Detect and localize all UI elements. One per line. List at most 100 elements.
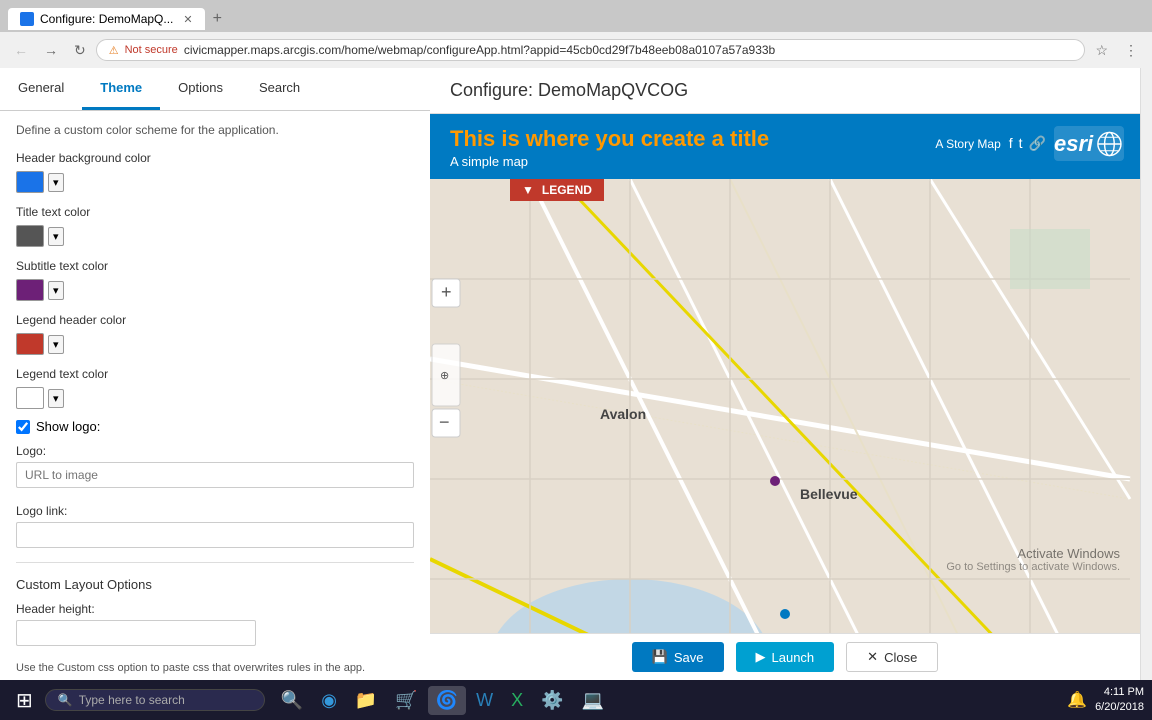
tab-general[interactable]: General bbox=[0, 68, 82, 110]
map-preview-area: Configure: DemoMapQVCOG This is where yo… bbox=[430, 68, 1140, 680]
search-icon: 🔍 bbox=[58, 693, 73, 707]
subtitle-text-color-dropdown[interactable]: ▾ bbox=[48, 281, 64, 300]
map-preview-container: Avalon Bellevue Davis Island Ohio River … bbox=[430, 179, 1140, 633]
story-map-label: A Story Map bbox=[935, 137, 1000, 151]
taskbar-time: 4:11 PM 6/20/2018 bbox=[1095, 685, 1144, 716]
save-label: Save bbox=[674, 650, 704, 665]
security-icon: ⚠ bbox=[109, 44, 119, 57]
tab-title: Configure: DemoMapQ... bbox=[40, 12, 173, 26]
legend-bar[interactable]: ▼ LEGEND bbox=[510, 179, 604, 201]
svg-text:Bellevue: Bellevue bbox=[800, 486, 858, 502]
title-text-color-label: Title text color bbox=[16, 205, 414, 219]
logo-link-label: Logo link: bbox=[16, 504, 414, 518]
taskbar-app-search[interactable]: 🔍 bbox=[273, 686, 311, 715]
tab-options[interactable]: Options bbox=[160, 68, 241, 110]
esri-globe-icon bbox=[1095, 129, 1124, 159]
save-icon: 💾 bbox=[652, 649, 668, 665]
legend-text-color-label: Legend text color bbox=[16, 367, 414, 381]
logo-input[interactable] bbox=[16, 462, 414, 488]
extensions-btn[interactable]: ⋮ bbox=[1118, 38, 1144, 63]
forward-btn[interactable]: → bbox=[38, 38, 64, 62]
title-text-color-dropdown[interactable]: ▾ bbox=[48, 227, 64, 246]
taskbar-app-word[interactable]: W bbox=[468, 686, 501, 715]
left-panel: General Theme Options Search Define a cu… bbox=[0, 68, 430, 680]
taskbar-app-misc[interactable]: 💻 bbox=[574, 686, 612, 715]
legend-chevron-icon: ▼ bbox=[522, 183, 534, 197]
close-label: Close bbox=[884, 650, 917, 665]
map-header-right: A Story Map f t 🔗 esri bbox=[935, 126, 1124, 161]
new-tab-btn[interactable]: + bbox=[205, 10, 230, 28]
subtitle-text-color-row: ▾ bbox=[16, 279, 414, 301]
taskbar-app-store[interactable]: 🛒 bbox=[387, 686, 425, 715]
header-bg-color-row: ▾ bbox=[16, 171, 414, 193]
address-bar[interactable]: ⚠ Not secure civicmapper.maps.arcgis.com… bbox=[96, 39, 1086, 61]
tab-close-btn[interactable]: ✕ bbox=[183, 13, 192, 26]
tab-search[interactable]: Search bbox=[241, 68, 318, 110]
close-icon: ✕ bbox=[867, 649, 878, 665]
url-text: civicmapper.maps.arcgis.com/home/webmap/… bbox=[184, 43, 1073, 57]
map-footer: 💾 Save ▶ Launch ✕ Close bbox=[430, 633, 1140, 680]
back-btn[interactable]: ← bbox=[8, 38, 34, 62]
legend-label: LEGEND bbox=[542, 183, 592, 197]
taskbar-app-explorer[interactable]: 📁 bbox=[347, 686, 385, 715]
browser-tab-bar: Configure: DemoMapQ... ✕ + bbox=[0, 0, 1152, 32]
close-button[interactable]: ✕ Close bbox=[846, 642, 938, 672]
map-app-header: This is where you create a title A simpl… bbox=[430, 114, 1140, 179]
legend-header-color-row: ▾ bbox=[16, 333, 414, 355]
taskbar: ⊞ 🔍 Type here to search 🔍 ◉ 📁 🛒 🌀 W X ⚙️… bbox=[0, 680, 1152, 720]
story-map-icons: f t 🔗 bbox=[1009, 135, 1046, 152]
legend-text-color-swatch[interactable] bbox=[16, 387, 44, 409]
taskbar-apps: 🔍 ◉ 📁 🛒 🌀 W X ⚙️ 💻 bbox=[273, 686, 612, 715]
right-scrollbar[interactable] bbox=[1140, 68, 1152, 680]
twitter-icon: t bbox=[1019, 135, 1023, 152]
taskbar-search-label: Type here to search bbox=[79, 693, 185, 707]
configure-title: Configure: DemoMapQVCOG bbox=[450, 80, 688, 100]
config-tab-bar: General Theme Options Search bbox=[0, 68, 430, 111]
title-text-color-row: ▾ bbox=[16, 225, 414, 247]
notification-btn[interactable]: 🔔 bbox=[1067, 690, 1087, 710]
legend-text-color-row: ▾ bbox=[16, 387, 414, 409]
taskbar-search[interactable]: 🔍 Type here to search bbox=[45, 689, 265, 711]
header-bg-color-swatch[interactable] bbox=[16, 171, 44, 193]
header-bg-color-dropdown[interactable]: ▾ bbox=[48, 173, 64, 192]
start-button[interactable]: ⊞ bbox=[8, 684, 41, 717]
launch-button[interactable]: ▶ Launch bbox=[736, 642, 835, 672]
browser-toolbar: ☆ ⋮ bbox=[1089, 38, 1144, 63]
theme-panel-content: Define a custom color scheme for the app… bbox=[0, 111, 430, 680]
svg-text:⊕: ⊕ bbox=[440, 370, 449, 382]
tab-theme[interactable]: Theme bbox=[82, 68, 160, 110]
not-secure-label: Not secure bbox=[125, 44, 178, 56]
logo-link-input[interactable]: http://www.esri.com bbox=[16, 522, 414, 548]
legend-header-color-dropdown[interactable]: ▾ bbox=[48, 335, 64, 354]
time-display: 4:11 PM bbox=[1095, 685, 1144, 700]
svg-text:Avalon: Avalon bbox=[600, 406, 646, 422]
link-icon: 🔗 bbox=[1029, 135, 1046, 152]
logo-label: Logo: bbox=[16, 444, 414, 458]
subtitle-text-color-swatch[interactable] bbox=[16, 279, 44, 301]
app-wrapper: General Theme Options Search Define a cu… bbox=[0, 68, 1152, 680]
taskbar-app-settings[interactable]: ⚙️ bbox=[533, 686, 571, 715]
launch-label: Launch bbox=[772, 650, 815, 665]
taskbar-right: 🔔 4:11 PM 6/20/2018 bbox=[1067, 685, 1144, 716]
browser-chrome: Configure: DemoMapQ... ✕ + ← → ↻ ⚠ Not s… bbox=[0, 0, 1152, 68]
title-text-color-swatch[interactable] bbox=[16, 225, 44, 247]
legend-text-color-dropdown[interactable]: ▾ bbox=[48, 389, 64, 408]
show-logo-row: Show logo: bbox=[16, 419, 414, 434]
legend-header-color-label: Legend header color bbox=[16, 313, 414, 327]
header-height-input[interactable]: 115 bbox=[16, 620, 256, 646]
custom-css-desc: Use the Custom css option to paste css t… bbox=[16, 662, 414, 674]
taskbar-app-chrome[interactable]: 🌀 bbox=[428, 686, 466, 715]
theme-desc: Define a custom color scheme for the app… bbox=[16, 123, 414, 137]
taskbar-app-edge[interactable]: ◉ bbox=[313, 686, 345, 715]
save-button[interactable]: 💾 Save bbox=[632, 642, 724, 672]
legend-header-color-swatch[interactable] bbox=[16, 333, 44, 355]
bookmark-btn[interactable]: ☆ bbox=[1089, 38, 1114, 63]
tab-favicon bbox=[20, 12, 34, 26]
date-display: 6/20/2018 bbox=[1095, 700, 1144, 715]
browser-tab-active[interactable]: Configure: DemoMapQ... ✕ bbox=[8, 8, 205, 30]
show-logo-label[interactable]: Show logo: bbox=[36, 419, 100, 434]
taskbar-app-excel[interactable]: X bbox=[503, 686, 531, 715]
facebook-icon: f bbox=[1009, 135, 1013, 152]
refresh-btn[interactable]: ↻ bbox=[68, 38, 92, 63]
show-logo-checkbox[interactable] bbox=[16, 420, 30, 434]
